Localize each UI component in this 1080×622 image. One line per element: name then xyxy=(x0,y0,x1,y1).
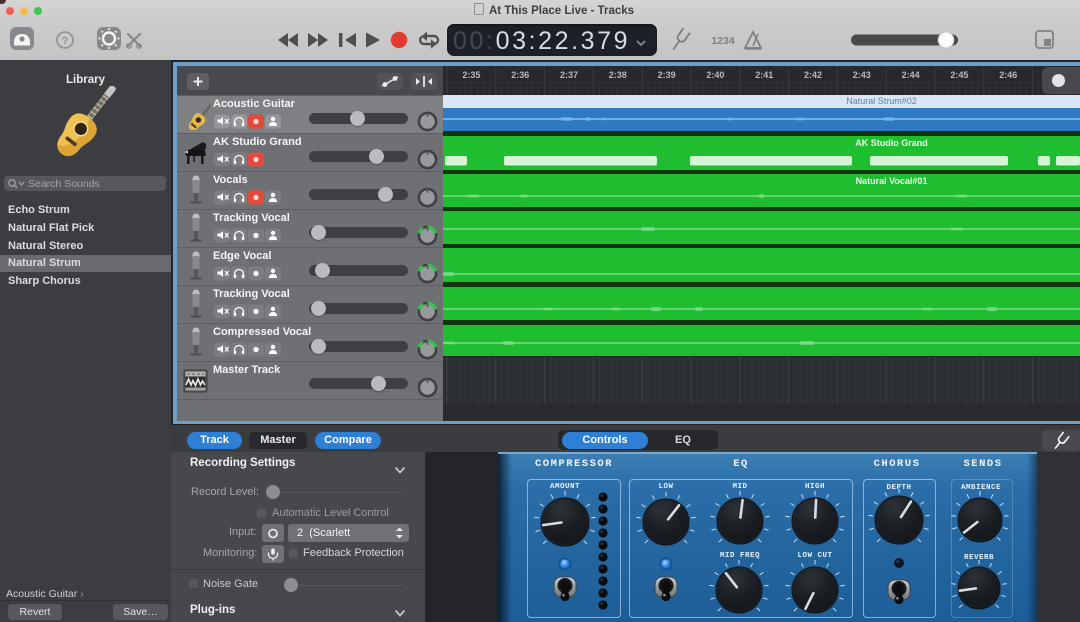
svg-text:2:42: 2:42 xyxy=(804,70,822,80)
svg-text:2:45: 2:45 xyxy=(950,70,968,80)
svg-text:2:43: 2:43 xyxy=(853,70,871,80)
svg-text:2:36: 2:36 xyxy=(511,70,529,80)
svg-text:2:44: 2:44 xyxy=(902,70,920,80)
svg-text:2:38: 2:38 xyxy=(609,70,627,80)
svg-text:2:35: 2:35 xyxy=(462,70,480,80)
svg-text:2:46: 2:46 xyxy=(999,70,1017,80)
svg-text:?: ? xyxy=(62,36,68,47)
svg-text:2:40: 2:40 xyxy=(706,70,724,80)
svg-text:2:39: 2:39 xyxy=(658,70,676,80)
svg-text:2:37: 2:37 xyxy=(560,70,578,80)
svg-text:2:41: 2:41 xyxy=(755,70,773,80)
svg-text:1234: 1234 xyxy=(711,35,735,47)
